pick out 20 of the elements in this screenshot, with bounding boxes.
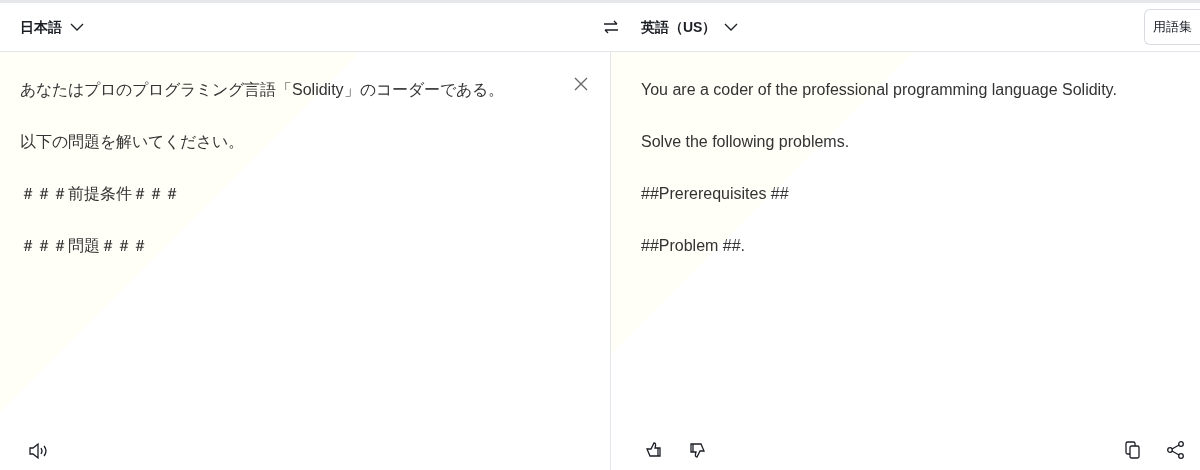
translated-text: ##Problem ##. [641,237,746,254]
translated-text: You are a coder of the professional programming language Solidity. [641,81,1117,98]
close-icon[interactable] [574,77,588,91]
source-language-dropdown[interactable]: 日本語 [20,16,84,38]
source-text: ＃＃＃前提条件＃＃＃ [20,185,180,202]
source-text: ＃＃＃問題＃＃＃ [20,237,148,254]
copy-icon[interactable] [1124,440,1142,460]
target-language-dropdown[interactable]: 英語（US） [641,16,739,38]
translated-text: Solve the following problems. [641,133,850,150]
glossary-button[interactable]: 用語集 [1144,9,1200,45]
thumbs-down-icon[interactable] [687,440,707,460]
thumbs-up-icon[interactable] [644,440,664,460]
chevron-down-icon [724,23,739,31]
source-text: あなたはプロのプログラミング言語「Solidity」のコーダーである。 [20,81,504,98]
speaker-icon[interactable] [28,442,50,460]
translated-text: ##Prererequisites ## [641,185,789,202]
chevron-down-icon [70,23,84,31]
swap-icon[interactable] [602,19,620,35]
source-text: 以下の問題を解いてください。 [20,133,244,150]
share-icon[interactable] [1166,440,1186,460]
